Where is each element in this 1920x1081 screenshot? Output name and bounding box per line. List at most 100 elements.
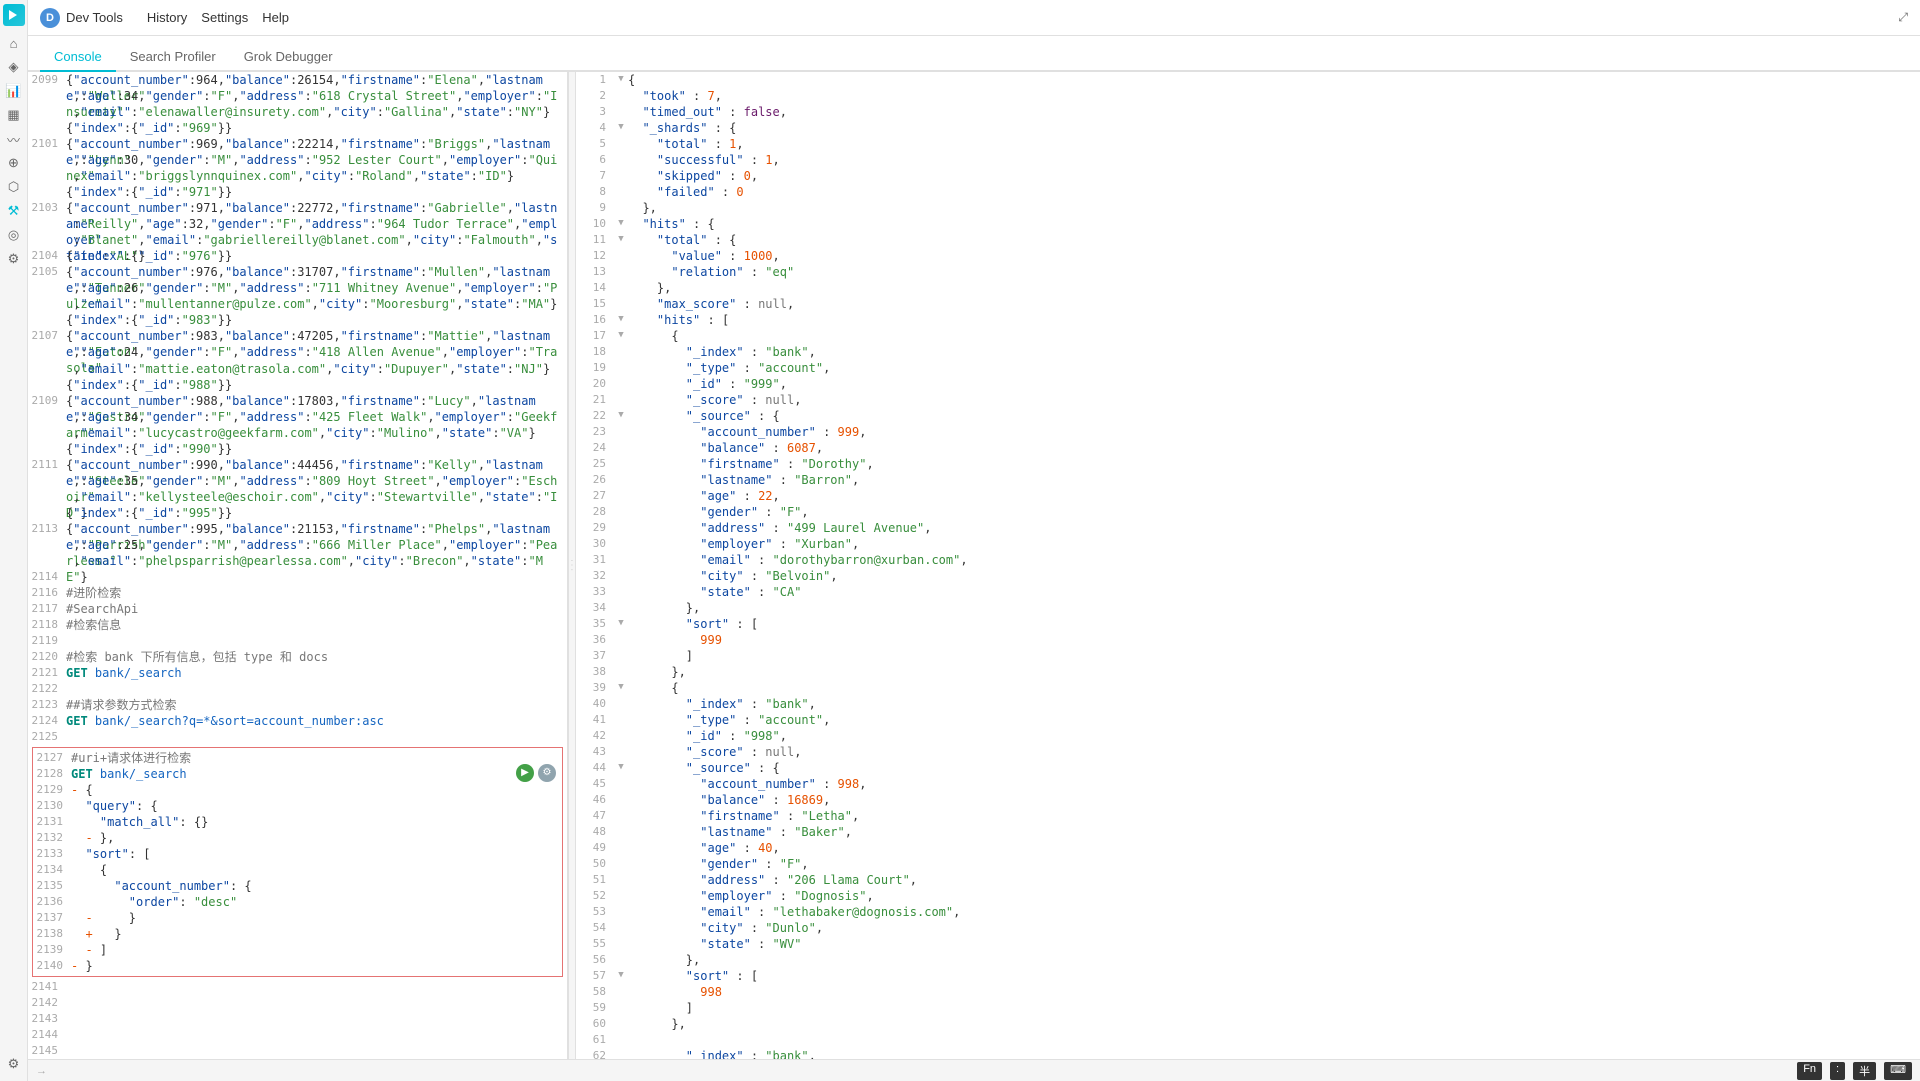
output-line-24: 24 "balance" : 6087, <box>576 440 1920 456</box>
sidebar-devtools-icon[interactable]: ⚒ <box>3 200 25 222</box>
output-line-46: 46 "balance" : 16869, <box>576 792 1920 808</box>
editor-line-2120: 2120 #检索 bank 下所有信息，包括 type 和 docs <box>28 649 567 665</box>
left-sidebar: ⌂ ◈ 📊 ▦ 〰 ⊕ ⬡ ⚒ ◎ ⚙ ⚙ <box>0 0 28 1081</box>
editor-line-2103: 2103 {"account_number":971,"balance":227… <box>28 200 567 216</box>
editor-line-2122: 2122 <box>28 681 567 697</box>
editor-line-2113c: ,"email":"phelpsparrish@pearlessa.com","… <box>28 553 567 569</box>
editor-line-2114: 2114 <box>28 569 567 585</box>
output-line-49: 49 "age" : 40, <box>576 840 1920 856</box>
output-line-45: 45 "account_number" : 998, <box>576 776 1920 792</box>
editor-line-2123: 2123 ##请求参数方式检索 <box>28 697 567 713</box>
sidebar-ml-icon[interactable]: ⚙ <box>3 248 25 270</box>
editor-line-2099c: ,"email":"elenawaller@insurety.com","cit… <box>28 104 567 120</box>
editor-pane[interactable]: 2099 {"account_number":964,"balance":261… <box>28 72 568 1059</box>
sidebar-discover-icon[interactable]: ◈ <box>3 56 25 78</box>
output-line-48: 48 "lastname" : "Baker", <box>576 824 1920 840</box>
maximize-icon[interactable]: ⤢ <box>1898 10 1908 25</box>
editor-line-2135: 2135 "account_number": { <box>33 878 562 894</box>
history-link[interactable]: History <box>147 10 187 25</box>
editor-line-2109: 2109 {"account_number":988,"balance":178… <box>28 393 567 409</box>
editor-line-2105: 2105 {"account_number":976,"balance":317… <box>28 264 567 280</box>
editor-line-2118: 2118 #检索信息 <box>28 617 567 633</box>
block-action-buttons: ▶ ⚙ <box>516 764 556 782</box>
status-cursor-icon: → <box>36 1065 47 1077</box>
output-line-9: 9 }, <box>576 200 1920 216</box>
output-line-42: 42 "_id" : "998", <box>576 728 1920 744</box>
sidebar-graph-icon[interactable]: ⬡ <box>3 176 25 198</box>
output-line-62: 62 "_index" : "bank", <box>576 1048 1920 1059</box>
editor-line-2128: 2128 GET bank/_search <box>33 766 562 782</box>
editor-line-2111b: ,"age":35,"gender":"M","address":"809 Ho… <box>28 473 567 489</box>
output-line-21: 21 "_score" : null, <box>576 392 1920 408</box>
run-button[interactable]: ▶ <box>516 764 534 782</box>
tab-grok-debugger[interactable]: Grok Debugger <box>230 43 347 72</box>
editor-line-2111c: ,"email":"kellysteele@eschoir.com","city… <box>28 489 567 505</box>
editor-line-2101c: ,"email":"briggslynnquinex.com","city":"… <box>28 168 567 184</box>
output-line-17: 17 ▼ { <box>576 328 1920 344</box>
editor-line-2130: 2130 "query": { <box>33 798 562 814</box>
output-line-50: 50 "gender" : "F", <box>576 856 1920 872</box>
output-line-31: 31 "email" : "dorothybarron@xurban.com", <box>576 552 1920 568</box>
output-line-33: 33 "state" : "CA" <box>576 584 1920 600</box>
editor-line-2132: 2132 - }, <box>33 830 562 846</box>
sidebar-settings-icon[interactable]: ⚙ <box>3 1053 25 1075</box>
editor-line-2099d: {"index":{"_id":"969"}} <box>28 120 567 136</box>
editor-line-2101: 2101 {"account_number":969,"balance":222… <box>28 136 567 152</box>
keyboard-badge: ⌨ <box>1884 1062 1912 1080</box>
half-badge: 半 <box>1853 1062 1876 1080</box>
block-settings-button[interactable]: ⚙ <box>538 764 556 782</box>
editor-line-2138: 2138 + } <box>33 926 562 942</box>
editor-line-2145: 2145 <box>28 1043 567 1059</box>
sidebar-visualize-icon[interactable]: 📊 <box>3 80 25 102</box>
editor-line-2143: 2143 <box>28 1011 567 1027</box>
editor-line-2107d: {"index":{"_id":"988"}} <box>28 377 567 393</box>
output-line-26: 26 "lastname" : "Barron", <box>576 472 1920 488</box>
output-line-20: 20 "_id" : "999", <box>576 376 1920 392</box>
output-line-61: 61 <box>576 1032 1920 1048</box>
output-line-4: 4 ▼ "_shards" : { <box>576 120 1920 136</box>
editor-line-2136: 2136 "order": "desc" <box>33 894 562 910</box>
editor-line-2121: 2121 GET bank/_search <box>28 665 567 681</box>
output-line-40: 40 "_index" : "bank", <box>576 696 1920 712</box>
editor-line-2119: 2119 <box>28 633 567 649</box>
content-area: 2099 {"account_number":964,"balance":261… <box>28 72 1920 1059</box>
sidebar-monitoring-icon[interactable]: ◎ <box>3 224 25 246</box>
output-line-15: 15 "max_score" : null, <box>576 296 1920 312</box>
settings-link[interactable]: Settings <box>201 10 248 25</box>
editor-line-2113b: ,"age":25,"gender":"M","address":"666 Mi… <box>28 537 567 553</box>
editor-line-2105c: ,"email":"mullentanner@pulze.com","city"… <box>28 296 567 312</box>
output-line-47: 47 "firstname" : "Letha", <box>576 808 1920 824</box>
sidebar-dashboard-icon[interactable]: ▦ <box>3 104 25 126</box>
sidebar-timelion-icon[interactable]: 〰 <box>3 128 25 150</box>
output-line-58: 58 998 <box>576 984 1920 1000</box>
output-line-2: 2 "took" : 7, <box>576 88 1920 104</box>
editor-line-2099b: ,"age":34,"gender":"F","address":"618 Cr… <box>28 88 567 104</box>
editor-line-2116: 2116 #进阶检索 <box>28 585 567 601</box>
output-line-14: 14 }, <box>576 280 1920 296</box>
status-right: Fn : 半 ⌨ <box>1797 1062 1912 1080</box>
output-line-51: 51 "address" : "206 Llama Court", <box>576 872 1920 888</box>
selected-block[interactable]: 2127 #uri+请求体进行检索 2128 GET bank/_search … <box>32 747 563 977</box>
editor-line-2107: 2107 {"account_number":983,"balance":472… <box>28 328 567 344</box>
output-line-60: 60 }, <box>576 1016 1920 1032</box>
sidebar-maps-icon[interactable]: ⊕ <box>3 152 25 174</box>
output-line-19: 19 "_type" : "account", <box>576 360 1920 376</box>
tab-search-profiler[interactable]: Search Profiler <box>116 43 230 72</box>
app-logo-letter: D <box>40 8 60 28</box>
pane-divider[interactable]: ··· <box>568 72 576 1059</box>
app-logo: D Dev Tools <box>40 8 123 28</box>
editor-line-2117: 2117 #SearchApi <box>28 601 567 617</box>
output-line-5: 5 "total" : 1, <box>576 136 1920 152</box>
editor-line-2105b: ,"age":26,"gender":"M","address":"711 Wh… <box>28 280 567 296</box>
editor-line-2127: 2127 #uri+请求体进行检索 <box>33 750 562 766</box>
editor-line-2129: 2129 - { <box>33 782 562 798</box>
sidebar-home-icon[interactable]: ⌂ <box>3 32 25 54</box>
editor-line-2107c: ,"email":"mattie.eaton@trasola.com","cit… <box>28 361 567 377</box>
tab-console[interactable]: Console <box>40 43 116 72</box>
editor-line-2101b: ,"age":30,"gender":"M","address":"952 Le… <box>28 152 567 168</box>
editor-line-2142: 2142 <box>28 995 567 1011</box>
help-link[interactable]: Help <box>262 10 289 25</box>
output-line-25: 25 "firstname" : "Dorothy", <box>576 456 1920 472</box>
output-line-55: 55 "state" : "WV" <box>576 936 1920 952</box>
editor-line-2124: 2124 GET bank/_search?q=*&sort=account_n… <box>28 713 567 729</box>
